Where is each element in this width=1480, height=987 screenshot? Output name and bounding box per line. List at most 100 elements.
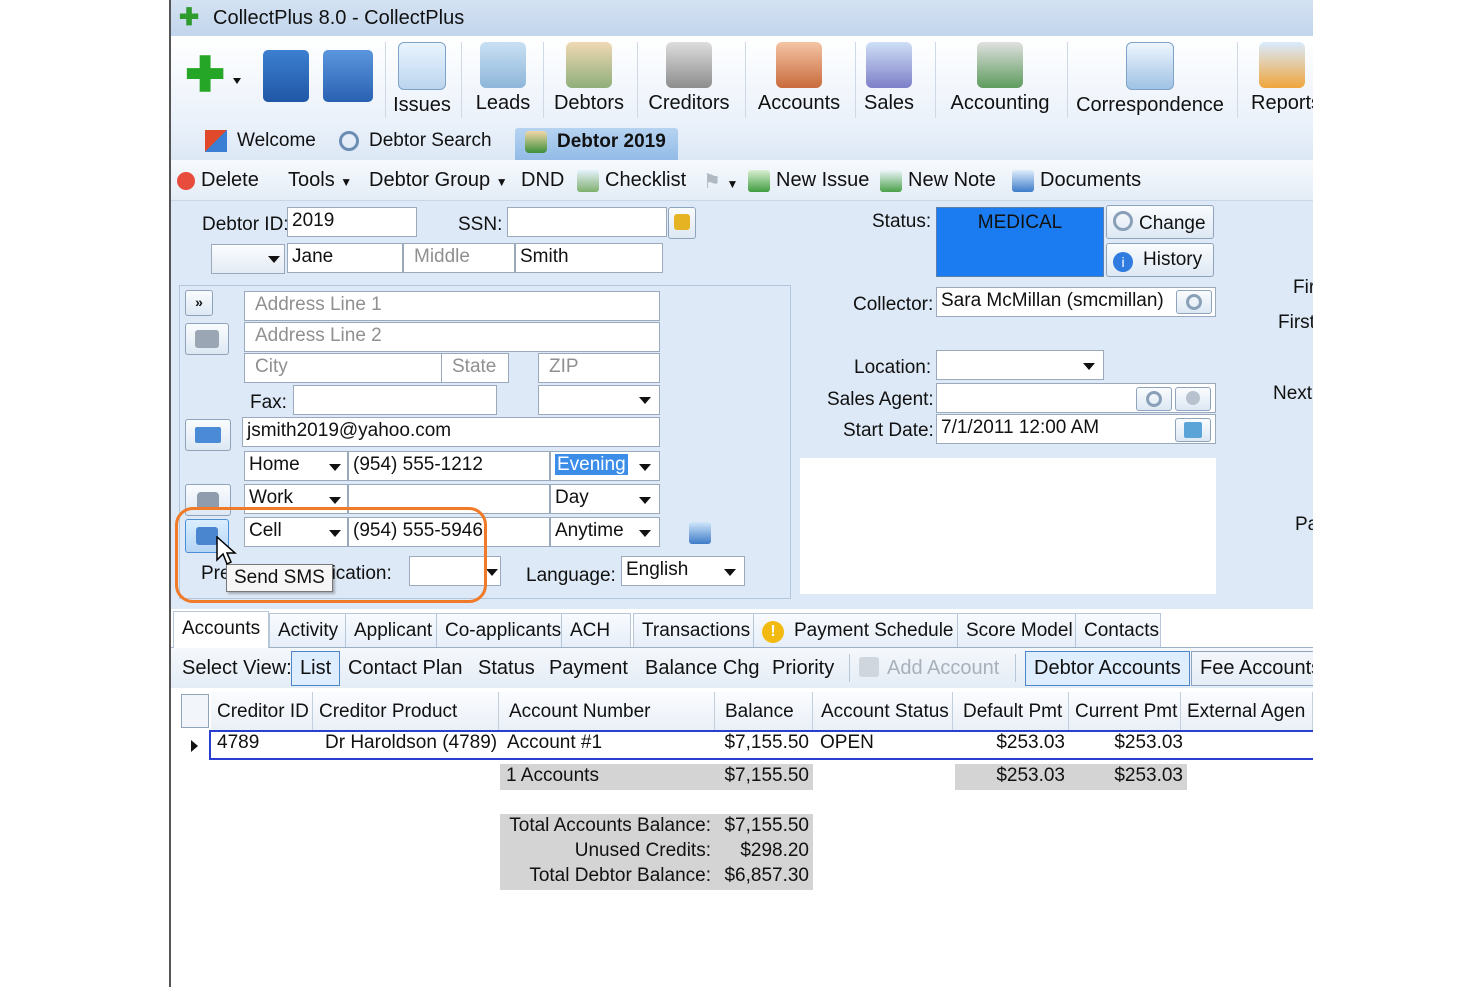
print-button[interactable] — [185, 323, 229, 355]
address-line-1-field[interactable]: Address Line 1 — [244, 291, 660, 321]
debtor-accounts-button[interactable]: Debtor Accounts — [1025, 651, 1190, 686]
new-dropdown-arrow[interactable] — [233, 78, 241, 84]
tab-ach[interactable]: ACH — [561, 613, 631, 647]
app-plus-icon: ✚ — [179, 4, 200, 31]
tab-contacts[interactable]: Contacts — [1075, 613, 1161, 647]
new-issue-button[interactable]: New Issue — [748, 169, 869, 192]
tab-transactions[interactable]: Transactions — [633, 613, 760, 647]
expand-button[interactable]: » — [185, 290, 213, 316]
language-dropdown[interactable]: English — [621, 556, 745, 586]
right-label-first: First — [1278, 312, 1313, 333]
home-phone-time-dropdown[interactable]: Evening — [550, 451, 660, 481]
creditors-button[interactable]: Creditors — [641, 42, 737, 120]
lock-button[interactable] — [668, 207, 696, 239]
debtor-id-label: Debtor ID: — [202, 214, 289, 235]
debtor-id-field[interactable]: 2019 — [287, 207, 417, 237]
ssn-field[interactable] — [507, 207, 667, 237]
sales-button[interactable]: Sales — [857, 42, 921, 120]
issues-label: Issues — [393, 94, 451, 116]
country-dropdown[interactable] — [538, 385, 660, 415]
city-field[interactable]: City — [244, 353, 442, 383]
email-field[interactable]: jsmith2019@yahoo.com — [242, 417, 660, 447]
zip-field[interactable]: ZIP — [538, 353, 660, 383]
col-creditor-id[interactable]: Creditor ID — [211, 692, 313, 732]
change-status-button[interactable]: Change — [1106, 205, 1214, 239]
add-account-button[interactable]: Add Account — [859, 657, 999, 680]
col-account-status[interactable]: Account Status — [813, 692, 953, 732]
last-name-field[interactable]: Smith — [515, 243, 663, 273]
dnd-button[interactable]: DND — [521, 169, 564, 192]
debtor-group-menu[interactable]: Debtor Group ▼ — [369, 169, 508, 192]
start-date-field[interactable]: 7/1/2011 12:00 AM — [936, 414, 1216, 444]
issues-button[interactable]: Issues — [389, 42, 455, 120]
salutation-dropdown[interactable] — [211, 244, 285, 274]
view-separator-2 — [1015, 654, 1016, 682]
leads-button[interactable]: Leads — [467, 42, 539, 120]
view-priority[interactable]: Priority — [772, 657, 834, 680]
documents-button[interactable]: Documents — [1012, 169, 1141, 192]
col-creditor-product[interactable]: Creditor Product — [313, 692, 499, 732]
tools-menu[interactable]: Tools ▼ — [288, 169, 352, 192]
accounts-button[interactable]: Accounts — [749, 42, 849, 120]
collectplus-window: ✚ CollectPlus 8.0 - CollectPlus ✚ Issues… — [169, 0, 1313, 987]
view-status[interactable]: Status — [478, 657, 535, 680]
tab-activity[interactable]: Activity — [269, 613, 348, 647]
col-account-number[interactable]: Account Number — [499, 692, 715, 732]
fax-field[interactable] — [293, 385, 497, 415]
middle-name-field[interactable]: Middle — [403, 243, 515, 273]
col-current-pmt[interactable]: Current Pmt — [1069, 692, 1181, 732]
correspondence-button[interactable]: Correspondence — [1075, 42, 1225, 120]
debtors-button[interactable]: Debtors — [547, 42, 631, 120]
save-all-icon[interactable] — [323, 50, 373, 102]
reports-button[interactable]: Reports — [1249, 42, 1313, 120]
col-default-pmt[interactable]: Default Pmt — [953, 692, 1069, 732]
view-list[interactable]: List — [291, 651, 341, 686]
tab-score-model[interactable]: Score Model — [957, 613, 1082, 647]
view-separator — [849, 654, 850, 682]
tab-co-applicants[interactable]: Co-applicants — [436, 613, 571, 647]
accounting-button[interactable]: Accounting — [941, 42, 1059, 120]
fee-accounts-button[interactable]: Fee Accounts — [1191, 651, 1313, 686]
work-phone-time-dropdown[interactable]: Day — [550, 484, 660, 514]
sales-agent-field[interactable] — [936, 383, 1216, 413]
language-value: English — [626, 559, 689, 580]
unused-credits-value: $298.20 — [740, 840, 809, 861]
tab-applicant[interactable]: Applicant — [345, 613, 442, 647]
tab-debtor-2019[interactable]: Debtor 2019 — [515, 128, 678, 163]
col-balance[interactable]: Balance — [715, 692, 813, 732]
cell-phone-time-dropdown[interactable]: Anytime — [550, 517, 660, 547]
view-payment[interactable]: Payment — [549, 657, 628, 680]
new-note-button[interactable]: New Note — [880, 169, 996, 192]
new-plus-icon[interactable]: ✚ — [185, 52, 225, 100]
column-chooser-icon[interactable] — [181, 694, 209, 728]
sms-icon[interactable] — [689, 522, 711, 544]
col-external-agency[interactable]: External Agen — [1181, 692, 1313, 732]
email-button[interactable] — [185, 419, 231, 451]
delete-button[interactable]: Delete — [177, 169, 259, 192]
home-phone-field[interactable]: (954) 555-1212 — [348, 451, 550, 481]
location-dropdown[interactable] — [936, 350, 1104, 380]
sales-agent-search-button[interactable] — [1136, 387, 1172, 411]
clear-icon — [1186, 391, 1200, 405]
home-phone-type-dropdown[interactable]: Home — [244, 451, 348, 481]
status-history-button[interactable]: i History — [1106, 243, 1214, 277]
documents-icon — [1012, 169, 1034, 192]
calendar-button[interactable] — [1175, 418, 1211, 442]
save-icon[interactable] — [263, 50, 309, 102]
view-balance-chg[interactable]: Balance Chg — [645, 657, 760, 680]
sales-agent-clear-button[interactable] — [1175, 387, 1211, 411]
tab-accounts[interactable]: Accounts — [173, 611, 270, 648]
flag-dropdown[interactable]: ⚑ ▼ — [703, 169, 738, 194]
address-line-2-field[interactable]: Address Line 2 — [244, 322, 660, 352]
collector-search-button[interactable] — [1176, 290, 1212, 314]
checklist-button[interactable]: Checklist — [577, 169, 686, 192]
view-contact-plan[interactable]: Contact Plan — [348, 657, 463, 680]
row-creditor-id: 4789 — [217, 732, 260, 753]
tab-debtor-search[interactable]: Debtor Search — [339, 130, 492, 160]
first-name-field[interactable]: Jane — [287, 243, 403, 273]
collector-field[interactable]: Sara McMillan (smcmillan) — [936, 287, 1216, 317]
collector-magnifier-icon — [1186, 294, 1202, 310]
state-field[interactable]: State — [441, 353, 509, 383]
tab-payment-schedule[interactable]: ! Payment Schedule — [753, 613, 963, 647]
tab-welcome[interactable]: Welcome — [205, 130, 316, 160]
